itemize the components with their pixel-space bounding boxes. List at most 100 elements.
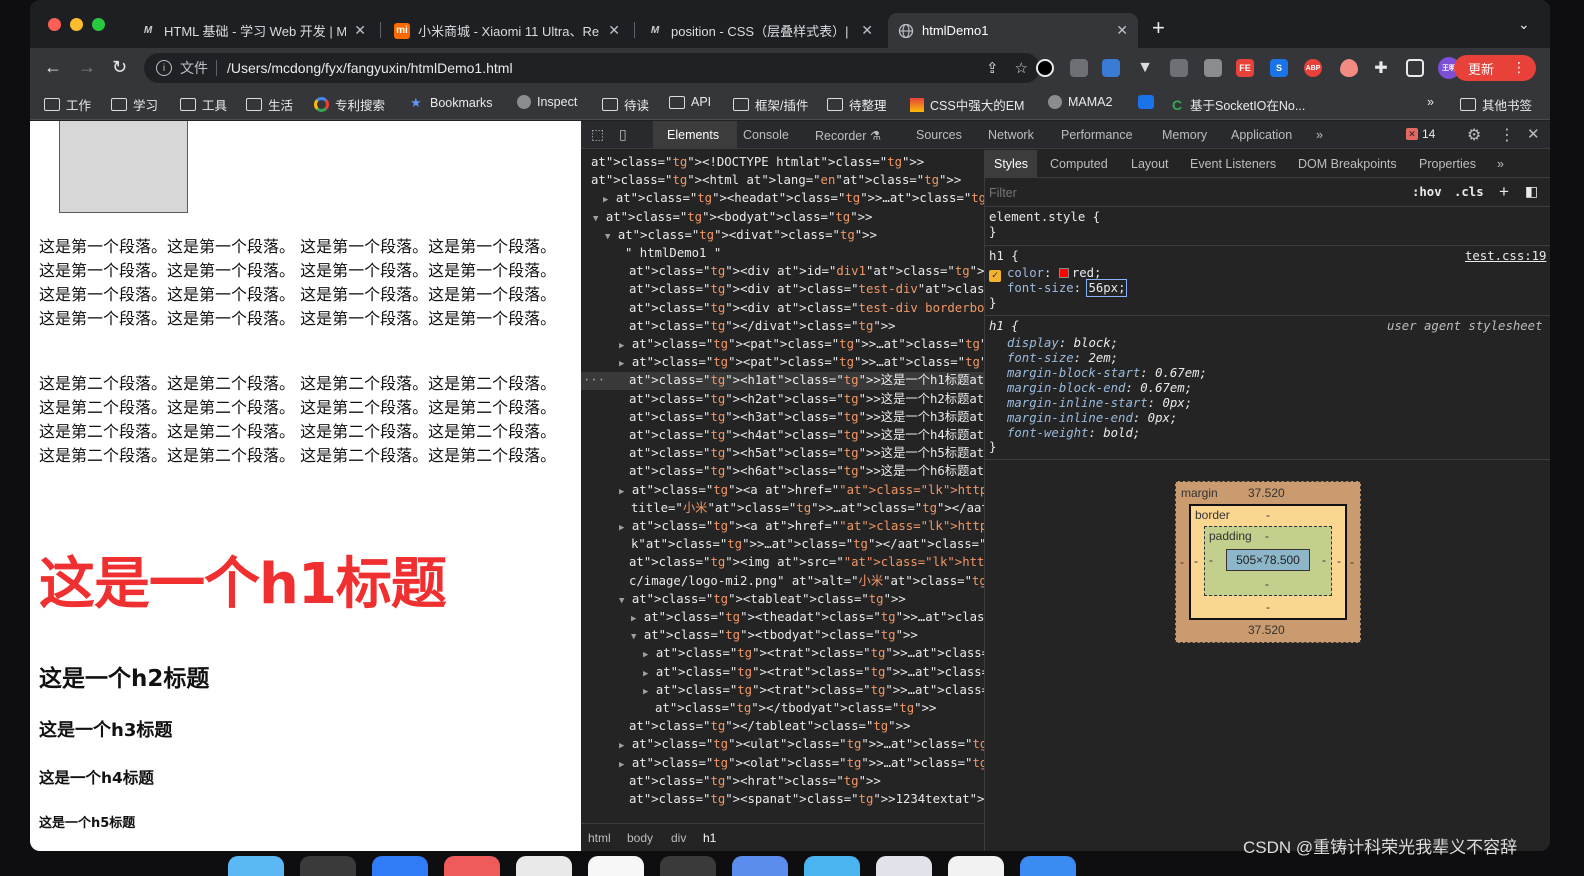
bookmark-item[interactable]: ★ Bookmarks (410, 95, 493, 111)
dom-node-line[interactable]: ▶ at">class="tg"><a at">href=""at">class… (619, 481, 984, 501)
rule-source-link[interactable]: test.css:19 (1465, 249, 1546, 263)
bookmark-star-icon[interactable]: ☆ (1015, 59, 1028, 77)
tab-application[interactable]: Application (1231, 128, 1292, 142)
padding-right-value[interactable]: - (1322, 553, 1326, 567)
dock-app-icon[interactable] (804, 856, 860, 876)
gear-icon[interactable]: ⚙ (1467, 125, 1481, 145)
forward-arrow-icon[interactable]: → (78, 57, 96, 78)
bookmark-item[interactable]: 工作 (44, 95, 91, 114)
info-icon[interactable]: i (156, 60, 172, 76)
dock-app-icon[interactable] (660, 856, 716, 876)
dock-app-icon[interactable] (444, 856, 500, 876)
filter-input[interactable] (989, 183, 1401, 203)
zoom-window-button[interactable] (92, 18, 105, 31)
url-text[interactable]: /Users/mcdong/fyx/fangyuxin/htmlDemo1.ht… (227, 60, 513, 76)
new-tab-button[interactable]: + (1152, 15, 1165, 41)
dom-node-line[interactable]: at">class="tg"><div at">class="test-div … (629, 299, 984, 317)
bookmark-item[interactable]: 待整理 (827, 95, 887, 114)
extension-fe-icon[interactable]: FE (1236, 59, 1254, 77)
dom-node-line[interactable]: at">class="tg"></divat">class="tg">> (629, 317, 896, 335)
dom-node-line[interactable]: ▶ at">class="tg"><a at">href=""at">class… (619, 517, 984, 537)
extension-drop-icon[interactable] (1340, 59, 1358, 77)
close-icon[interactable]: ✕ (861, 22, 873, 39)
toggle-sidebar-icon[interactable]: ◧ (1525, 183, 1538, 200)
margin-top-value[interactable]: 37.520 (1248, 486, 1285, 500)
dom-node-line[interactable]: " htmlDemo1 " (625, 244, 721, 262)
bookmark-item[interactable]: C 基于SocketIO在No... (1172, 95, 1305, 114)
close-icon[interactable]: ✕ (1527, 125, 1540, 143)
border-left-value[interactable]: - (1194, 554, 1198, 568)
bookmark-item[interactable]: 框架/插件 (733, 95, 808, 114)
update-button[interactable]: 更新 ⋮ (1454, 55, 1536, 81)
dom-node-line[interactable]: ▶ at">class="tg"><olat">class="tg">>…at"… (619, 754, 984, 774)
bookmark-item[interactable]: 生活 (246, 95, 293, 114)
bookmark-item[interactable]: 专利搜索 (314, 95, 385, 114)
dom-node-line[interactable]: ▶ at">class="tg"><ulat">class="tg">>…at"… (619, 735, 984, 755)
border-right-value[interactable]: - (1337, 554, 1341, 568)
padding-top-value[interactable]: - (1265, 529, 1269, 543)
border-bottom-value[interactable]: - (1266, 600, 1270, 614)
extension-image-icon[interactable] (1102, 59, 1120, 77)
breadcrumb-item[interactable]: h1 (703, 831, 716, 845)
dock-app-icon[interactable] (228, 856, 284, 876)
tab-event-listeners[interactable]: Event Listeners (1190, 157, 1276, 171)
dock-app-icon[interactable] (588, 856, 644, 876)
dom-node-line[interactable]: at">class="tg"></tbodyat">class="tg">> (655, 699, 936, 717)
tab-mdn-html[interactable]: M HTML 基础 - 学习 Web 开发 | M ✕ (130, 13, 376, 48)
bookmark-item[interactable]: 待读 (602, 95, 649, 114)
tab-layout[interactable]: Layout (1131, 157, 1169, 171)
dom-node-line[interactable]: ▼ at">class="tg"><bodyat">class="tg">> (593, 208, 872, 228)
inspect-element-icon[interactable]: ⬚ (591, 126, 604, 143)
tab-properties[interactable]: Properties (1419, 157, 1476, 171)
error-badge[interactable]: ✕ 14 (1406, 127, 1435, 141)
tab-network[interactable]: Network (988, 128, 1034, 142)
tab-memory[interactable]: Memory (1162, 128, 1207, 142)
device-toolbar-icon[interactable]: ▯ (619, 126, 627, 143)
dom-node-line[interactable]: at">class="tg"><h2at">class="tg">>这是一个h2… (629, 390, 984, 408)
margin-right-value[interactable]: - (1350, 555, 1354, 569)
dom-node-line[interactable]: at">class="tg"><img at">src=""at">class=… (629, 553, 984, 571)
breadcrumb-item[interactable]: div (671, 831, 686, 845)
address-bar[interactable]: i 文件 /Users/mcdong/fyx/fangyuxin/htmlDem… (144, 53, 1040, 83)
dom-node-line[interactable]: at">class="tg"><h4at">class="tg">>这是一个h4… (629, 426, 984, 444)
dom-node-line[interactable]: ▶ at">class="tg"><pat">class="tg">>…at">… (619, 335, 984, 355)
add-rule-icon[interactable]: + (1499, 182, 1509, 202)
dom-node-line[interactable]: at">class="tg"><h5at">class="tg">>这是一个h5… (629, 444, 984, 462)
extension-qr-icon[interactable] (1070, 59, 1088, 77)
tab-styles[interactable]: Styles (994, 157, 1028, 171)
chevron-down-icon[interactable]: ⌄ (1518, 16, 1530, 33)
extension-camera-icon[interactable] (1204, 59, 1222, 77)
close-icon[interactable]: ✕ (1116, 22, 1128, 39)
dock-app-icon[interactable] (732, 856, 788, 876)
dock-app-icon[interactable] (876, 856, 932, 876)
dom-node-line[interactable]: at">class="tg"><h6at">class="tg">>这是一个h6… (629, 462, 984, 480)
adblock-icon[interactable]: ABP (1304, 59, 1322, 77)
tab-htmldemo1[interactable]: htmlDemo1 ✕ (888, 13, 1138, 48)
dom-node-line[interactable]: ▼ at">class="tg"><tableat">class="tg">> (619, 590, 906, 610)
tab-mdn-position[interactable]: M position - CSS（层叠样式表）| ✕ (637, 13, 883, 48)
tab-sources[interactable]: Sources (916, 128, 962, 142)
tab-recorder[interactable]: Recorder ⚗ (815, 128, 881, 143)
bookmark-item[interactable] (1138, 95, 1160, 109)
tab-dom-breakpoints[interactable]: DOM Breakpoints (1298, 157, 1397, 171)
breadcrumb-item[interactable]: html (588, 831, 611, 845)
tab-xiaomi[interactable]: mi 小米商城 - Xiaomi 11 Ultra、Re ✕ (384, 13, 630, 48)
dock-app-icon[interactable] (372, 856, 428, 876)
bookmark-item[interactable]: Inspect (517, 95, 577, 109)
dom-node-line[interactable]: at">class="tg"><hrat">class="tg">> (629, 772, 881, 790)
css-property[interactable]: font-size: 56px; (1007, 279, 1128, 297)
dom-node-line[interactable]: c/image/logo-mi2.png" at">alt="小米"at">cl… (629, 572, 984, 590)
dom-node-line[interactable]: ▼ at">class="tg"><tbodyat">class="tg">> (631, 626, 918, 646)
dock-app-icon[interactable] (300, 856, 356, 876)
bookmark-item[interactable]: API (669, 95, 711, 109)
more-tabs-icon[interactable]: » (1497, 157, 1504, 171)
margin-left-value[interactable]: - (1180, 555, 1184, 569)
elements-tree[interactable]: at">class="tg"><!DOCTYPE htmlat">class="… (581, 150, 984, 823)
dock-app-icon[interactable] (1020, 856, 1076, 876)
dom-node-line[interactable]: ▶ at">class="tg"><trat">class="tg">>…at"… (643, 644, 984, 664)
padding-left-value[interactable]: - (1209, 553, 1213, 567)
extension-s-icon[interactable]: S (1270, 59, 1288, 77)
dom-node-line[interactable]: title="小米"at">class="tg">>…at">class="tg… (631, 499, 984, 517)
dom-node-line[interactable]: at">class="tg"><h3at">class="tg">>这是一个h3… (629, 408, 984, 426)
dock-app-icon[interactable] (948, 856, 1004, 876)
